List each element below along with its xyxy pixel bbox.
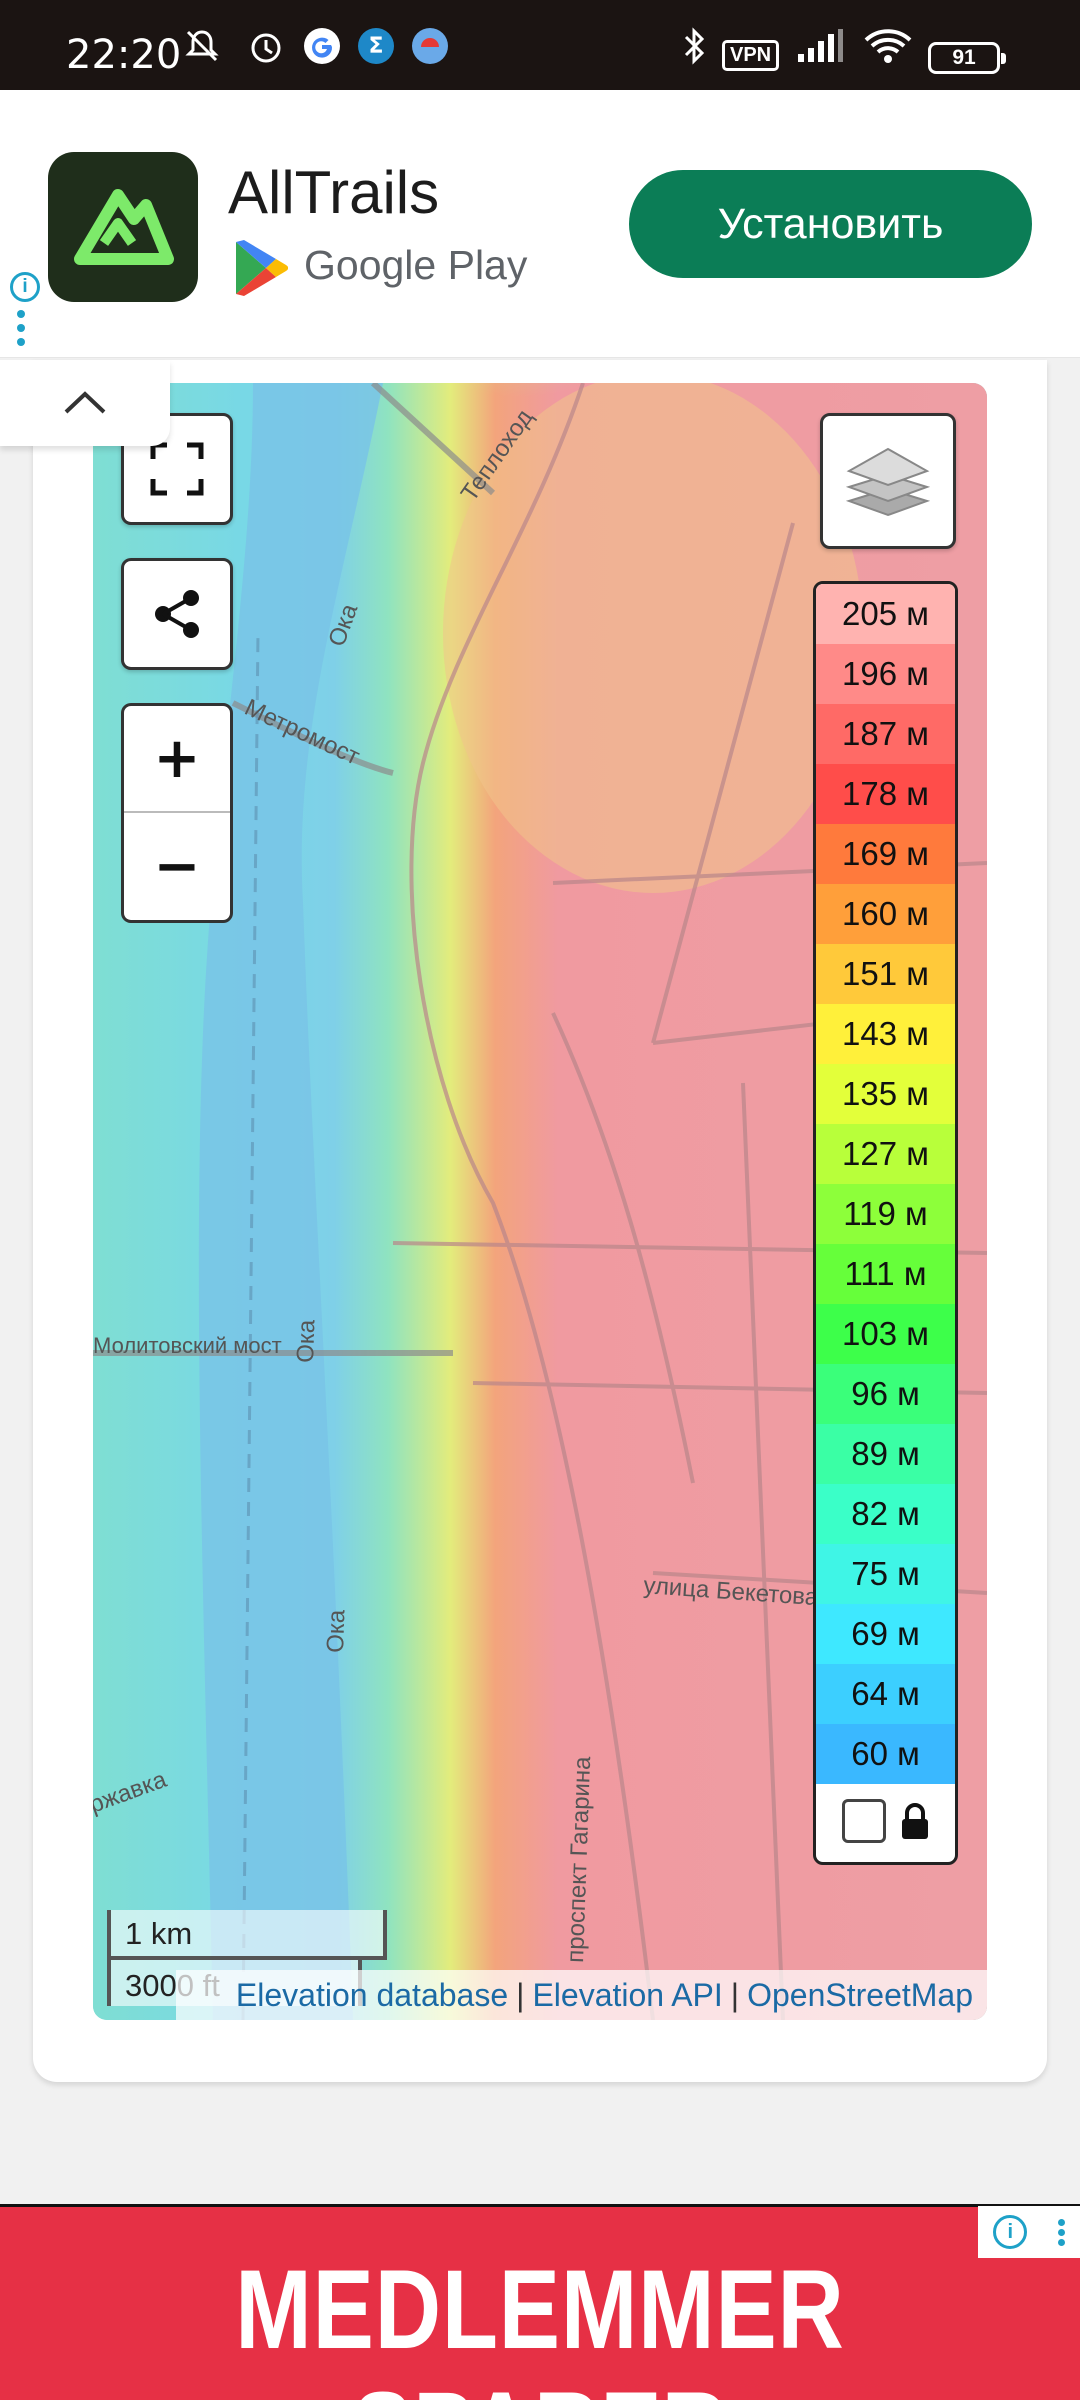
- map-label-oka-1: Ока: [292, 1319, 321, 1364]
- legend-item: 89 м: [816, 1424, 955, 1484]
- share-icon: [155, 590, 199, 638]
- bottom-ad-subline[interactable]: SPARER: [97, 2367, 983, 2400]
- elevation-database-link[interactable]: Elevation database: [236, 1977, 508, 2014]
- legend-item: 160 м: [816, 884, 955, 944]
- wifi-icon: [860, 24, 916, 68]
- bottom-ad-banner[interactable]: MEDLEMMER SPARER: [0, 2204, 1080, 2400]
- legend-item: 196 м: [816, 644, 955, 704]
- bottom-ad-headline[interactable]: MEDLEMMER: [97, 2245, 983, 2374]
- ad-app-name[interactable]: AllTrails: [228, 158, 439, 227]
- zoom-control: + −: [121, 703, 233, 923]
- zoom-out-button[interactable]: −: [124, 813, 230, 920]
- alarm-icon: [244, 24, 288, 68]
- collapse-ad-button[interactable]: [0, 360, 170, 446]
- google-icon: [300, 24, 344, 68]
- elevation-legend: 205 м 196 м 187 м 178 м 169 м 160 м 151 м 143 м…: [813, 581, 958, 1865]
- sigma-app-icon: Σ: [354, 24, 398, 68]
- ad-store-name: Google Play: [304, 242, 528, 288]
- legend-lock-checkbox[interactable]: [841, 1799, 886, 1843]
- map-label-molitovsky-bridge: Молитовский мост: [93, 1333, 282, 1358]
- legend-item: 82 м: [816, 1484, 955, 1544]
- legend-item: 75 м: [816, 1544, 955, 1604]
- weather-icon: [408, 24, 452, 68]
- fullscreen-icon: [150, 442, 204, 496]
- legend-item: 169 м: [816, 824, 955, 884]
- layers-button[interactable]: [820, 413, 956, 549]
- legend-item: 111 м: [816, 1244, 955, 1304]
- layers-icon: [845, 447, 931, 517]
- legend-item: 178 м: [816, 764, 955, 824]
- bottom-ad-choices[interactable]: i: [978, 2206, 1080, 2258]
- ad-info-icon[interactable]: i: [10, 272, 40, 302]
- legend-item: 69 м: [816, 1604, 955, 1664]
- scale-metric: 1 km: [125, 1916, 193, 1951]
- legend-item: 64 м: [816, 1664, 955, 1724]
- google-play-icon: [236, 240, 288, 296]
- legend-item: 103 м: [816, 1304, 955, 1364]
- chevron-up-icon: [64, 391, 106, 414]
- bottom-ad-more-icon[interactable]: [1057, 2216, 1065, 2249]
- share-button[interactable]: [121, 558, 233, 670]
- openstreetmap-link[interactable]: OpenStreetMap: [747, 1977, 973, 2014]
- lock-icon: [901, 1803, 928, 1839]
- vpn-badge: VPN: [722, 40, 780, 71]
- zoom-in-button[interactable]: +: [124, 706, 230, 813]
- legend-item: 187 м: [816, 704, 955, 764]
- install-button[interactable]: Установить: [629, 170, 1032, 278]
- legend-item: 151 м: [816, 944, 955, 1004]
- bottom-ad-info-icon[interactable]: i: [993, 2215, 1028, 2249]
- clock: 22:20: [66, 32, 182, 78]
- legend-item: 119 м: [816, 1184, 955, 1244]
- legend-item: 96 м: [816, 1364, 955, 1424]
- alltrails-logo-icon[interactable]: [48, 152, 198, 302]
- legend-item: 60 м: [816, 1724, 955, 1784]
- svg-text:Σ: Σ: [368, 34, 383, 59]
- ad-more-icon[interactable]: [17, 310, 27, 352]
- battery-indicator: 91: [928, 42, 1006, 74]
- map-attribution: Elevation database | Elevation API | Ope…: [176, 1970, 987, 2020]
- legend-item: 127 м: [816, 1124, 955, 1184]
- legend-item: 135 м: [816, 1064, 955, 1124]
- bluetooth-icon: [672, 24, 716, 68]
- map-label-oka-2: Ока: [322, 1609, 351, 1654]
- legend-item: 205 м: [816, 584, 955, 644]
- top-ad-banner[interactable]: AllTrails Google Play Установить i: [0, 90, 1080, 358]
- mute-icon: [180, 24, 224, 68]
- status-bar: 22:20 Σ VPN 91: [0, 0, 1080, 90]
- elevation-api-link[interactable]: Elevation API: [532, 1977, 722, 2014]
- elevation-map[interactable]: Метромост Молитовский мост улица Бекетов…: [93, 383, 987, 2020]
- signal-icon: [795, 24, 845, 68]
- legend-item: 143 м: [816, 1004, 955, 1064]
